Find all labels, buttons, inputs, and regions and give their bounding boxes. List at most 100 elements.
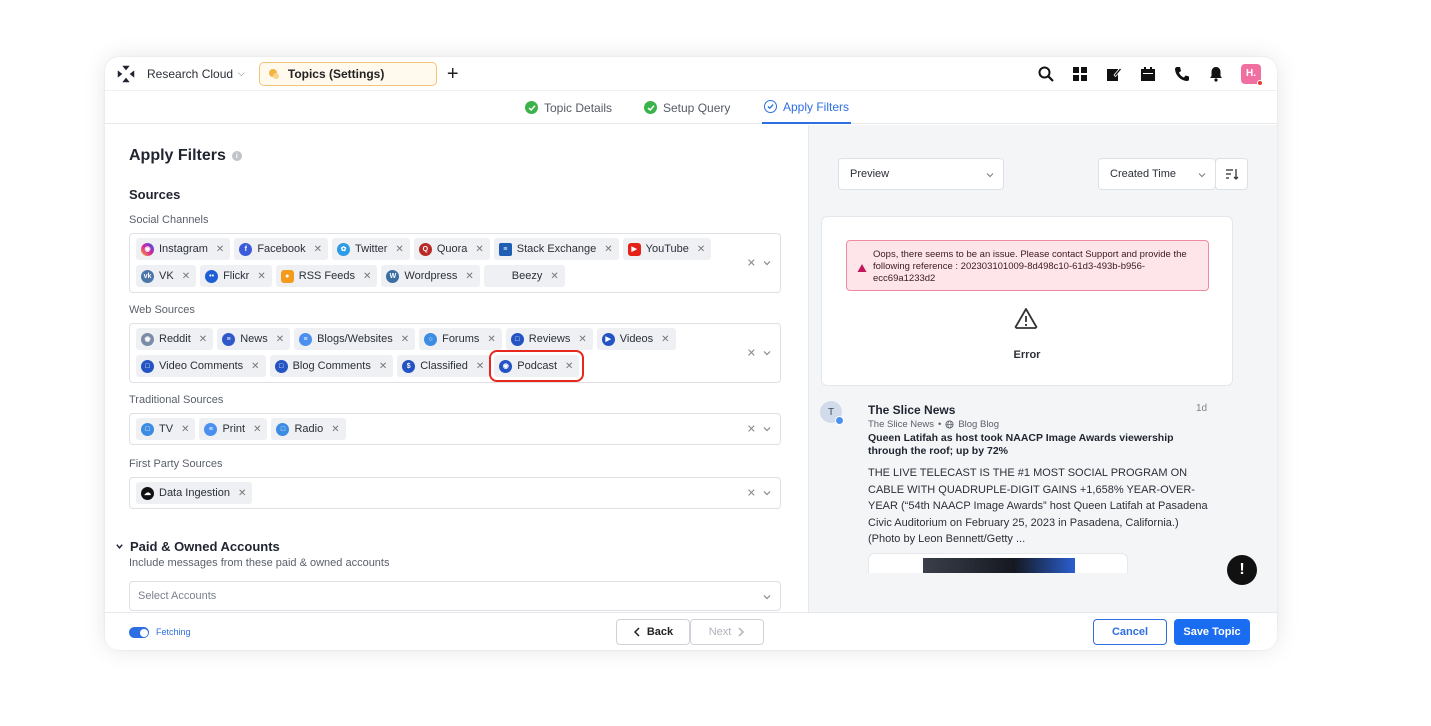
chip-instagram: ◉ Instagram ✕ [136,238,231,260]
chip-classified: $ Classified ✕ [397,355,491,377]
remove-icon[interactable]: ✕ [257,271,265,282]
post-author[interactable]: The Slice News [868,403,955,417]
remove-icon[interactable]: ✕ [363,271,371,282]
chevron-down-icon[interactable] [762,488,772,498]
video-comment-icon: □ [141,359,154,373]
remove-icon[interactable]: ✕ [216,244,224,255]
step-apply-filters[interactable]: Apply Filters [762,91,852,124]
check-circle-icon [644,101,657,114]
remove-icon[interactable]: ✕ [199,334,207,345]
chevron-down-icon[interactable] [762,424,772,434]
clear-all-icon[interactable]: ✕ [747,347,756,360]
stack-exchange-icon: ≡ [498,242,512,256]
chevron-down-icon[interactable] [762,258,772,268]
chevron-down-icon[interactable] [762,348,772,358]
post-headline[interactable]: Queen Latifah as host took NAACP Image A… [868,432,1208,458]
help-fab-button[interactable]: ! [1227,555,1257,585]
blog-comment-icon: □ [274,359,288,373]
preview-dropdown[interactable]: Preview [838,158,1004,190]
remove-icon[interactable]: ✕ [578,334,586,345]
fetching-toggle[interactable] [129,627,149,638]
back-button[interactable]: Back [616,619,690,645]
remove-icon[interactable]: ✕ [251,361,259,372]
select-accounts-dropdown[interactable]: Select Accounts [129,581,781,611]
help-fab-label: ! [1239,561,1245,578]
remove-icon[interactable]: ✕ [476,361,484,372]
clear-all-icon[interactable]: ✕ [747,487,756,500]
separator-dot: • [938,419,942,430]
paid-owned-subtitle: Include messages from these paid & owned… [129,557,390,569]
sort-by-dropdown[interactable]: Created Time [1098,158,1216,190]
remove-icon[interactable]: ✕ [475,244,483,255]
step-topic-details[interactable]: Topic Details [525,91,612,124]
chip-label: Blogs/Websites [317,333,393,345]
info-icon[interactable]: i [231,151,242,161]
step-setup-query[interactable]: Setup Query [644,91,730,124]
user-avatar[interactable]: H. [1241,63,1263,86]
remove-icon[interactable]: ✕ [604,244,612,255]
remove-icon[interactable]: ✕ [379,361,387,372]
remove-icon[interactable]: ✕ [253,424,261,435]
chip-blogs-websites: ≡ Blogs/Websites ✕ [294,328,416,350]
post-avatar[interactable]: T [820,401,844,425]
next-button[interactable]: Next [690,619,764,645]
remove-icon[interactable]: ✕ [314,244,322,255]
remove-icon[interactable]: ✕ [395,244,403,255]
chip-quora: Q Quora ✕ [413,238,490,260]
radio-icon: □ [276,422,290,436]
remove-icon[interactable]: ✕ [276,334,284,345]
remove-icon[interactable]: ✕ [182,271,190,282]
social-channels-select[interactable]: ◉ Instagram ✕ f Facebook ✕ ✿ Twitter ✕ Q Quora ✕… [129,233,781,293]
traditional-sources-label: Traditional Sources [129,394,224,406]
chip-label: Blog Comments [292,360,371,372]
remove-icon[interactable]: ✕ [465,271,473,282]
web-sources-select[interactable]: ◉ Reddit ✕ ≡ News ✕ ≡ Blogs/Websites ✕ ○ Forums… [129,323,781,383]
grid-icon[interactable] [1071,65,1089,83]
remove-icon[interactable]: ✕ [565,361,573,372]
phone-icon[interactable] [1173,65,1191,83]
post-image[interactable] [868,553,1128,573]
sources-heading: Sources [129,187,181,202]
sprinklr-logo-icon[interactable] [115,63,137,85]
chip-video-comments: □ Video Comments ✕ [136,355,266,377]
preview-dropdown-value: Preview [850,168,890,180]
chip-flickr: •• Flickr ✕ [200,265,272,287]
save-topic-button[interactable]: Save Topic [1174,619,1250,645]
sort-order-button[interactable] [1215,158,1248,190]
add-tab-icon[interactable]: + [447,64,459,84]
remove-icon[interactable]: ✕ [331,424,339,435]
remove-icon[interactable]: ✕ [697,244,705,255]
compose-icon[interactable] [1105,65,1123,83]
tab-topics-settings[interactable]: Topics (Settings) [258,61,437,86]
blog-badge-icon [835,416,844,425]
search-icon[interactable] [1037,65,1055,83]
chevron-left-icon [633,627,640,637]
chip-label: Video Comments [159,360,244,372]
cancel-button[interactable]: Cancel [1093,619,1167,645]
chip-news: ≡ News ✕ [217,328,291,350]
remove-icon[interactable]: ✕ [238,488,246,499]
remove-icon[interactable]: ✕ [181,424,189,435]
app-switcher[interactable]: Research Cloud ⌵ [147,67,245,81]
chip-label: Facebook [257,243,306,255]
forum-icon: ○ [424,332,438,346]
remove-icon[interactable]: ✕ [401,334,409,345]
warning-icon [857,264,867,272]
current-step-icon [764,100,777,113]
chip-blog-comments: □ Blog Comments ✕ [269,355,394,377]
remove-icon[interactable]: ✕ [550,271,558,282]
clear-all-icon[interactable]: ✕ [747,257,756,270]
paid-owned-accordion[interactable]: Paid & Owned Accounts [115,539,280,554]
preview-panel: Preview Created Time Oops, there seems t… [808,125,1277,612]
calendar-icon[interactable] [1139,65,1157,83]
traditional-sources-select[interactable]: □ TV ✕ ≡ Print ✕ □ Radio ✕ ✕ [129,413,781,445]
post-body: THE LIVE TELECAST IS THE #1 MOST SOCIAL … [868,467,1208,545]
bell-icon[interactable] [1207,65,1225,83]
next-label: Next [708,626,732,638]
first-party-sources-select[interactable]: ☁ Data Ingestion ✕ ✕ [129,477,781,509]
chip-rss-feeds: ● RSS Feeds ✕ [275,265,378,287]
remove-icon[interactable]: ✕ [487,334,495,345]
remove-icon[interactable]: ✕ [661,334,669,345]
clear-all-icon[interactable]: ✕ [747,423,756,436]
chip-vk: vk VK ✕ [136,265,197,287]
